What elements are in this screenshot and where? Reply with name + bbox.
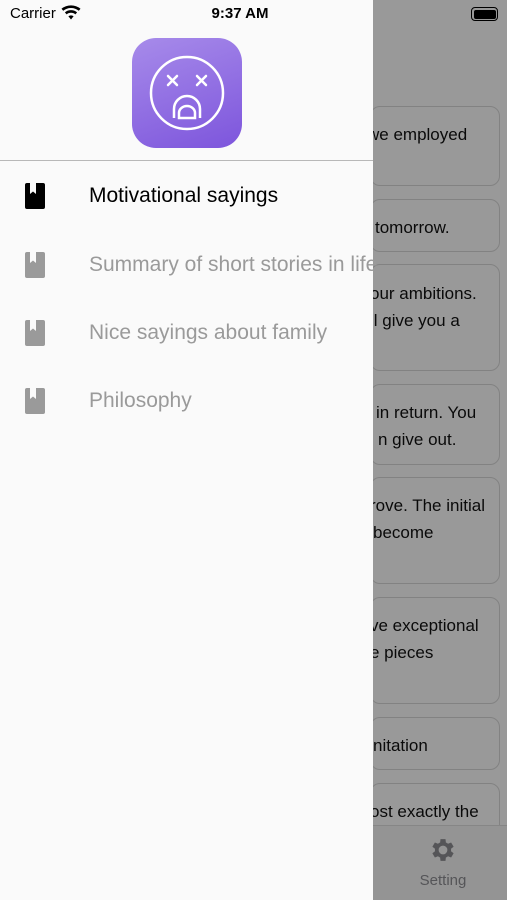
menu-item-label: Summary of short stories in life: [89, 253, 378, 276]
menu-item-family-sayings[interactable]: Nice sayings about family: [0, 303, 373, 363]
menu-item-motivational-sayings[interactable]: Motivational sayings: [0, 166, 373, 226]
menu-item-philosophy[interactable]: Philosophy: [0, 371, 373, 431]
shocked-face-icon: [149, 55, 225, 131]
app-logo: [132, 38, 242, 148]
book-icon: [25, 252, 45, 278]
wifi-icon: [61, 5, 81, 20]
menu-item-label: Nice sayings about family: [89, 321, 328, 344]
side-drawer: Carrier 9:37 AM Motivational sayings Sum…: [0, 0, 377, 900]
menu-item-short-stories[interactable]: Summary of short stories in life: [0, 235, 377, 295]
menu-item-label: Motivational sayings: [89, 184, 279, 207]
book-icon: [25, 320, 45, 346]
drawer-divider: [0, 160, 373, 161]
menu-item-label: Philosophy: [89, 389, 192, 412]
book-icon: [25, 388, 45, 414]
status-time: 9:37 AM: [211, 5, 269, 22]
carrier-label: Carrier: [10, 5, 56, 22]
book-icon: [25, 183, 45, 209]
